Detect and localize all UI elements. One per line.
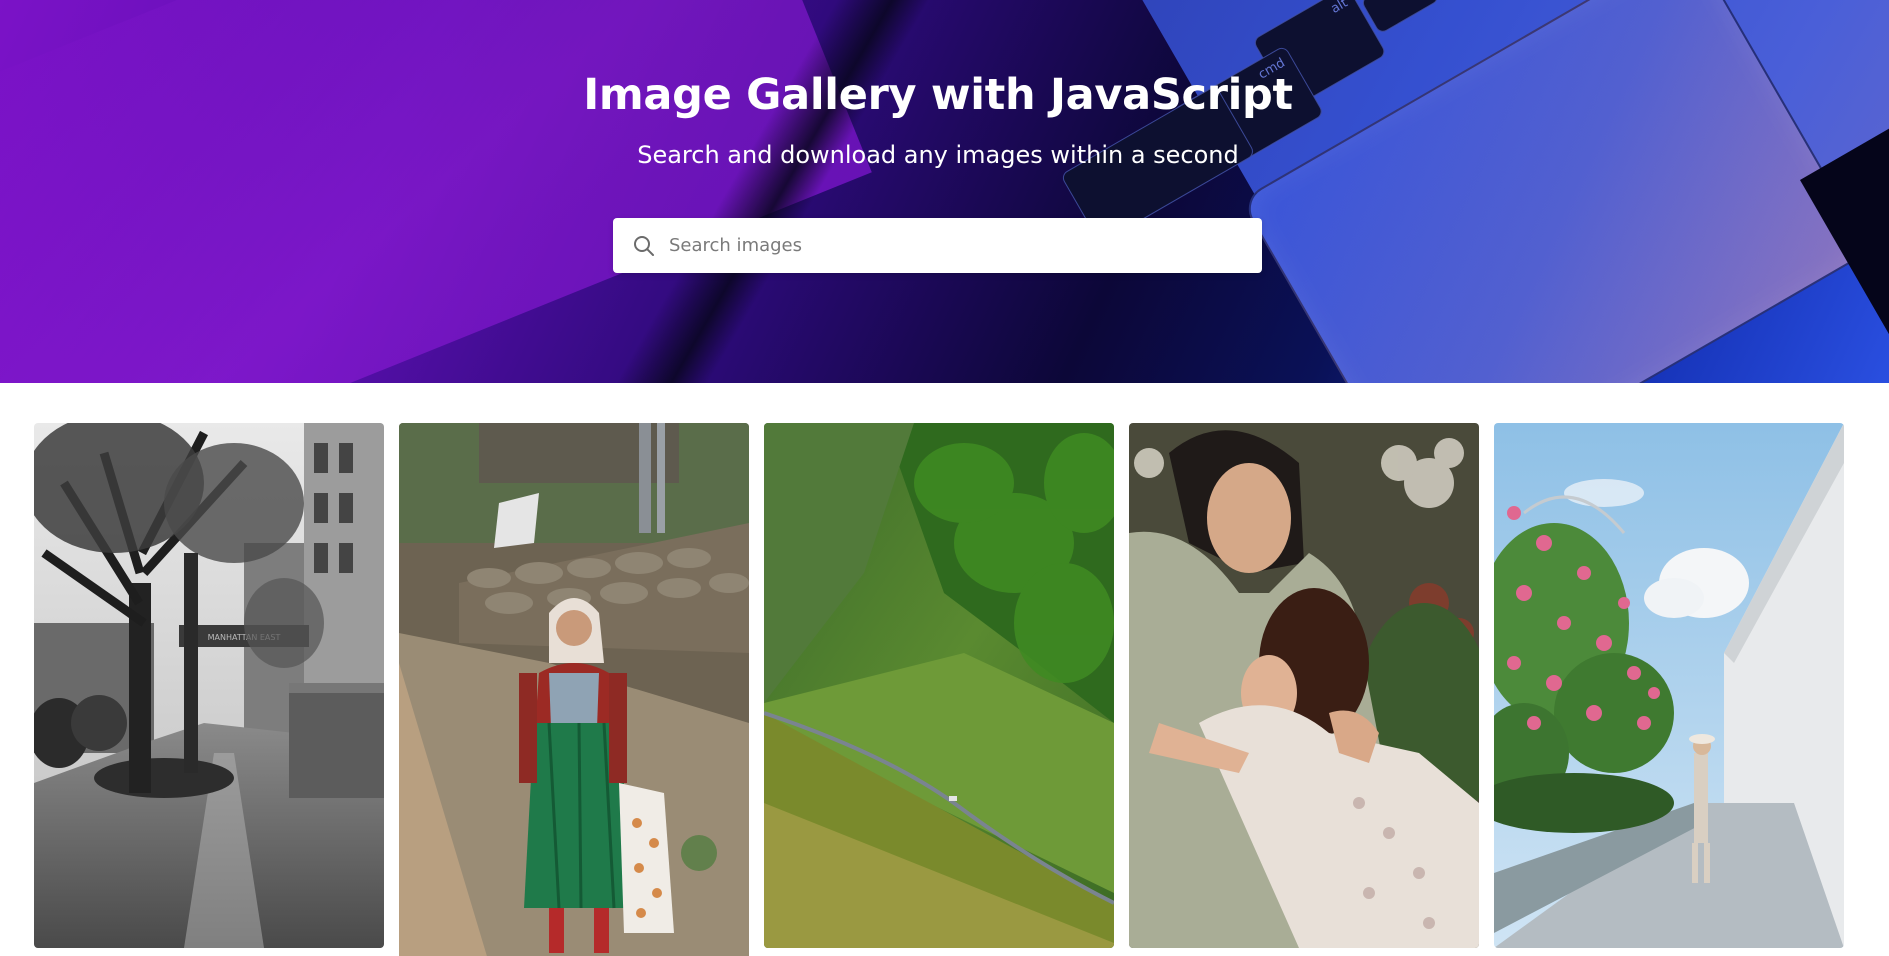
flowering-walkway-image — [1494, 423, 1844, 948]
search-input[interactable] — [669, 218, 1262, 273]
gallery-card-flowering-walkway[interactable] — [1494, 423, 1844, 948]
gallery-card-mother-daughter[interactable] — [1129, 423, 1479, 948]
gallery-card-elderly-woman[interactable] — [399, 423, 749, 956]
image-gallery: MANHATTAN EAST — [34, 423, 1844, 956]
gallery-card-city-sidewalk[interactable]: MANHATTAN EAST — [34, 423, 384, 948]
green-hillside-image — [764, 423, 1114, 948]
search-box[interactable] — [613, 218, 1262, 273]
page-title: Image Gallery with JavaScript — [583, 70, 1293, 120]
search-icon — [633, 235, 655, 257]
hero-banner: alt cmd Image Gallery with JavaScript Se… — [0, 0, 1889, 383]
elderly-woman-image — [399, 423, 749, 956]
mother-daughter-image — [1129, 423, 1479, 948]
city-sidewalk-image: MANHATTAN EAST — [34, 423, 384, 948]
gallery-card-green-hillside[interactable] — [764, 423, 1114, 948]
page-subtitle: Search and download any images within a … — [637, 141, 1239, 169]
